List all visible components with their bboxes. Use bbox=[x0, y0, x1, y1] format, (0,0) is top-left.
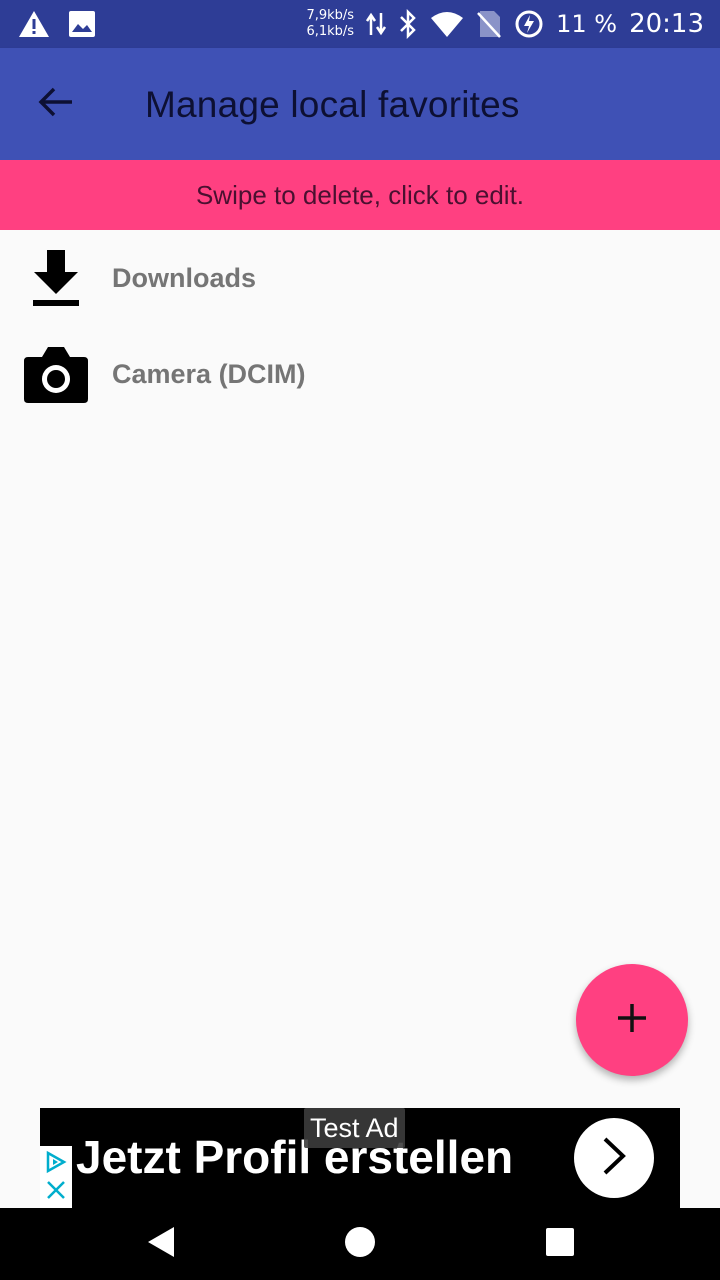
nav-home-button[interactable] bbox=[340, 1224, 380, 1264]
download-icon bbox=[22, 246, 90, 310]
data-transfer-icon bbox=[366, 11, 387, 37]
favorites-list: Downloads Camera (DCIM) bbox=[0, 230, 720, 422]
ad-cta-button[interactable] bbox=[574, 1118, 654, 1198]
page-title: Manage local favorites bbox=[145, 84, 520, 125]
speed-up-text: 7,9kb/s bbox=[306, 8, 355, 23]
close-icon[interactable] bbox=[46, 1180, 66, 1205]
warning-icon bbox=[18, 10, 50, 38]
hint-banner: Swipe to delete, click to edit. bbox=[0, 160, 720, 230]
clock: 20:13 bbox=[629, 9, 704, 39]
ad-info-panel[interactable] bbox=[40, 1146, 72, 1208]
add-favorite-button[interactable] bbox=[576, 964, 688, 1076]
battery-percent: 11 % bbox=[556, 10, 618, 38]
back-triangle-icon bbox=[144, 1225, 176, 1264]
bluetooth-icon bbox=[398, 9, 418, 39]
list-item-label: Downloads bbox=[112, 262, 257, 293]
list-item-camera[interactable]: Camera (DCIM) bbox=[0, 326, 720, 422]
wifi-icon bbox=[430, 10, 464, 38]
hint-text: Swipe to delete, click to edit. bbox=[195, 179, 525, 210]
ad-banner[interactable]: Jetzt Profil erstellen Test Ad bbox=[40, 1108, 680, 1208]
arrow-back-icon bbox=[38, 86, 74, 123]
adchoices-icon[interactable] bbox=[44, 1150, 68, 1179]
ad-headline[interactable]: Jetzt Profil erstellen bbox=[76, 1130, 513, 1184]
battery-charging-icon bbox=[514, 9, 544, 39]
nav-recents-button[interactable] bbox=[540, 1224, 580, 1264]
test-ad-badge: Test Ad bbox=[304, 1108, 405, 1148]
image-icon bbox=[68, 10, 96, 38]
status-bar: 7,9kb/s 6,1kb/s 11 % 20:13 bbox=[0, 0, 720, 48]
chevron-right-icon bbox=[599, 1136, 629, 1181]
back-button[interactable] bbox=[28, 76, 84, 132]
no-sim-icon bbox=[476, 9, 502, 39]
list-item-downloads[interactable]: Downloads bbox=[0, 230, 720, 326]
plus-icon bbox=[616, 1002, 648, 1039]
speed-down-text: 6,1kb/s bbox=[306, 24, 355, 39]
list-item-label: Camera (DCIM) bbox=[112, 358, 306, 389]
camera-icon bbox=[22, 342, 90, 406]
recents-square-icon bbox=[545, 1227, 575, 1262]
network-speed: 7,9kb/s 6,1kb/s bbox=[306, 8, 354, 40]
home-circle-icon bbox=[344, 1226, 376, 1263]
nav-back-button[interactable] bbox=[140, 1224, 180, 1264]
navigation-bar bbox=[0, 1208, 720, 1280]
app-bar: Manage local favorites bbox=[0, 48, 720, 160]
